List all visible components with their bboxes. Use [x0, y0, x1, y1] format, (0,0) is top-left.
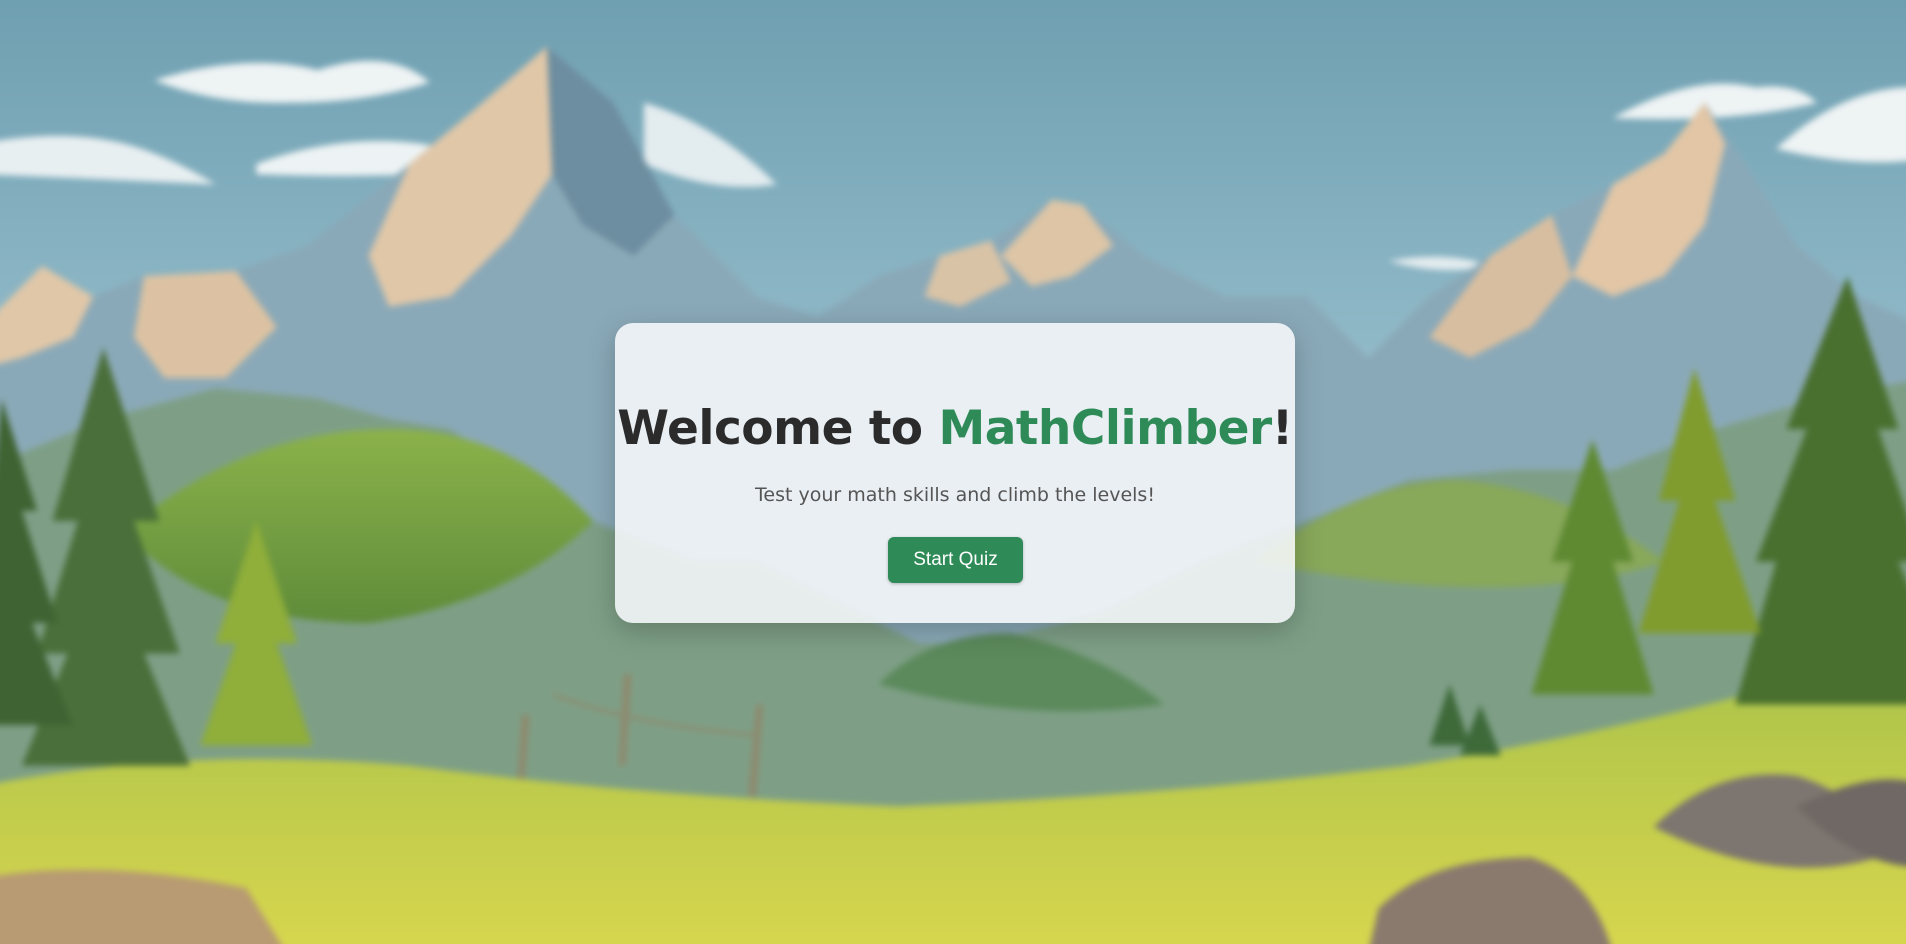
page-title: Welcome to MathClimber! [615, 401, 1295, 457]
subtitle: Test your math skills and climb the leve… [755, 484, 1155, 506]
brand-name: MathClimber [938, 401, 1272, 456]
welcome-card: Welcome to MathClimber! Test your math s… [615, 323, 1295, 623]
start-quiz-button[interactable]: Start Quiz [888, 537, 1023, 583]
title-prefix: Welcome to [617, 401, 939, 456]
title-suffix: ! [1271, 401, 1293, 456]
